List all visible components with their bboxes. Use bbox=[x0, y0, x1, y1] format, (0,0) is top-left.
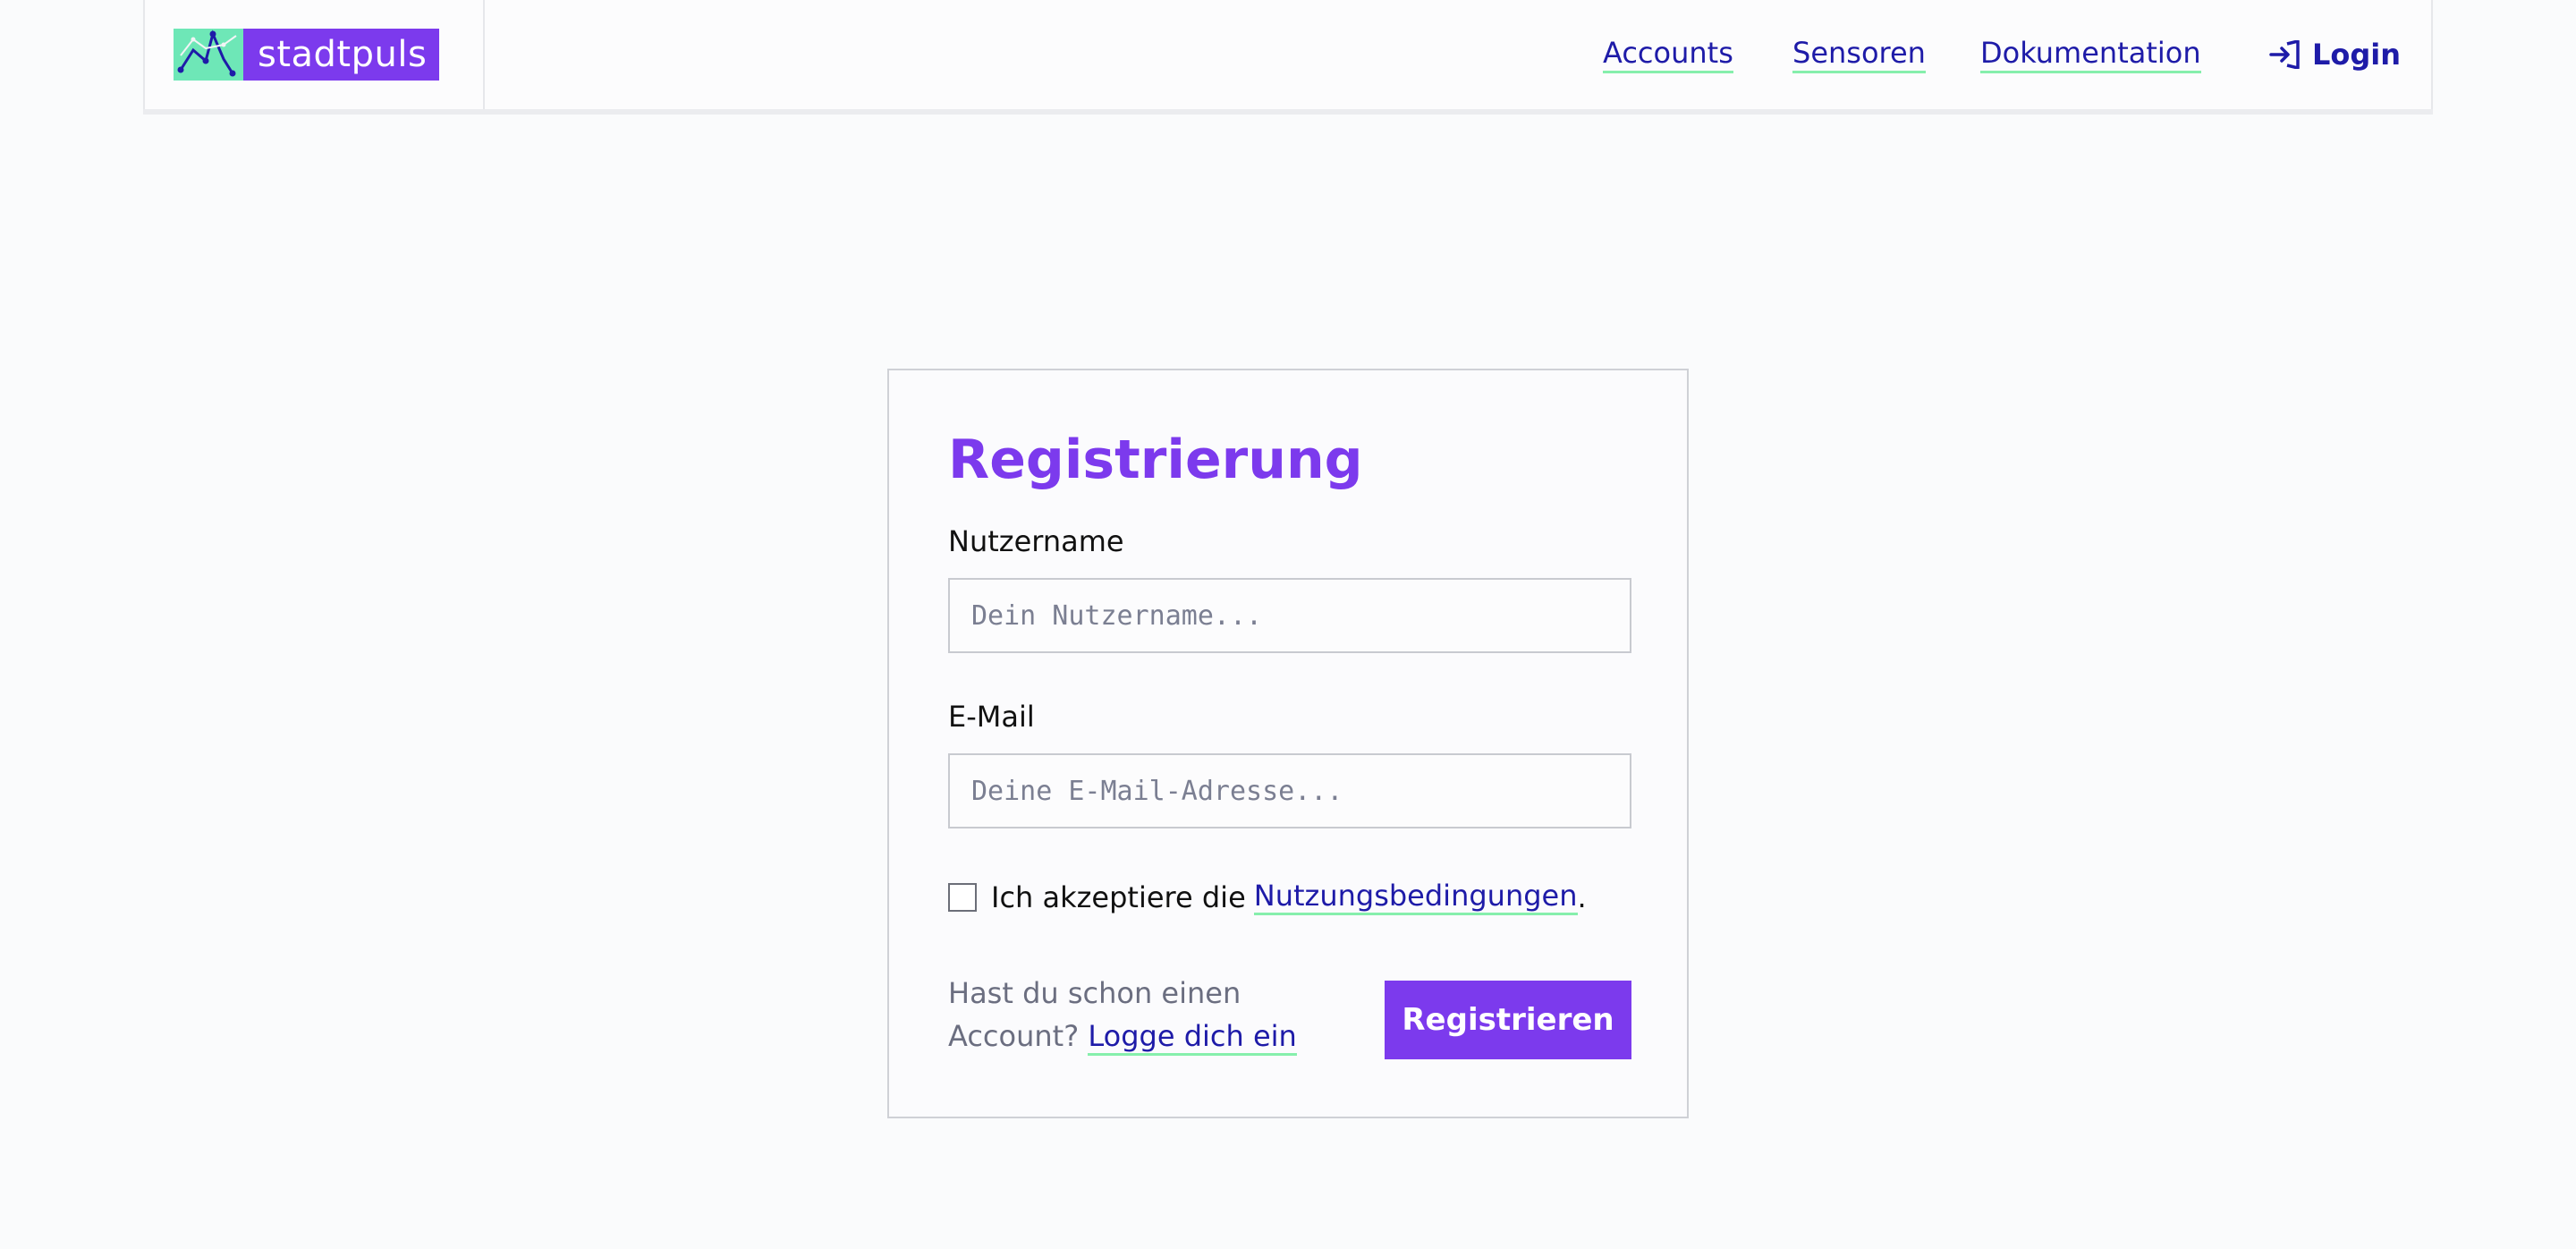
email-input[interactable] bbox=[948, 753, 1631, 828]
username-input[interactable] bbox=[948, 578, 1631, 653]
nav-item-sensoren-wrap: Sensoren bbox=[1792, 0, 1926, 109]
terms-checkbox[interactable] bbox=[948, 882, 977, 912]
registration-card: Registrierung Nutzername E-Mail Ich akze… bbox=[887, 369, 1689, 1118]
terms-link[interactable]: Nutzungsbedingungen bbox=[1253, 879, 1578, 915]
page-title: Registrierung bbox=[948, 429, 1363, 491]
nav-item-accounts-wrap: Accounts bbox=[1603, 0, 1733, 109]
terms-prefix: Ich akzeptiere die bbox=[991, 879, 1246, 914]
nav-link-dokumentation[interactable]: Dokumentation bbox=[1980, 36, 2201, 74]
top-navbar: stadtpuls Accounts Sensoren Dokumentatio… bbox=[143, 0, 2433, 109]
terms-row: Ich akzeptiere die Nutzungsbedingungen . bbox=[948, 879, 1587, 915]
stadtpuls-logo[interactable]: stadtpuls bbox=[174, 29, 440, 81]
brand-cell: stadtpuls bbox=[145, 0, 485, 109]
logo-mark-icon bbox=[174, 29, 243, 81]
login-label: Login bbox=[2311, 38, 2401, 72]
terms-suffix: . bbox=[1577, 879, 1587, 914]
login-link[interactable]: Logge dich ein bbox=[1088, 1019, 1297, 1056]
login-arrow-icon bbox=[2269, 40, 2300, 69]
nav-link-sensoren[interactable]: Sensoren bbox=[1792, 36, 1926, 74]
login-button[interactable]: Login bbox=[2269, 0, 2401, 109]
nav-item-dokumentation-wrap: Dokumentation bbox=[1980, 0, 2201, 109]
brand-name: stadtpuls bbox=[243, 29, 440, 81]
register-button[interactable]: Registrieren bbox=[1385, 981, 1631, 1059]
username-label: Nutzername bbox=[948, 524, 1124, 558]
nav-link-accounts[interactable]: Accounts bbox=[1603, 36, 1733, 74]
login-hint: Hast du schon einen Account? Logge dich … bbox=[948, 972, 1333, 1058]
email-label: E-Mail bbox=[948, 700, 1035, 734]
